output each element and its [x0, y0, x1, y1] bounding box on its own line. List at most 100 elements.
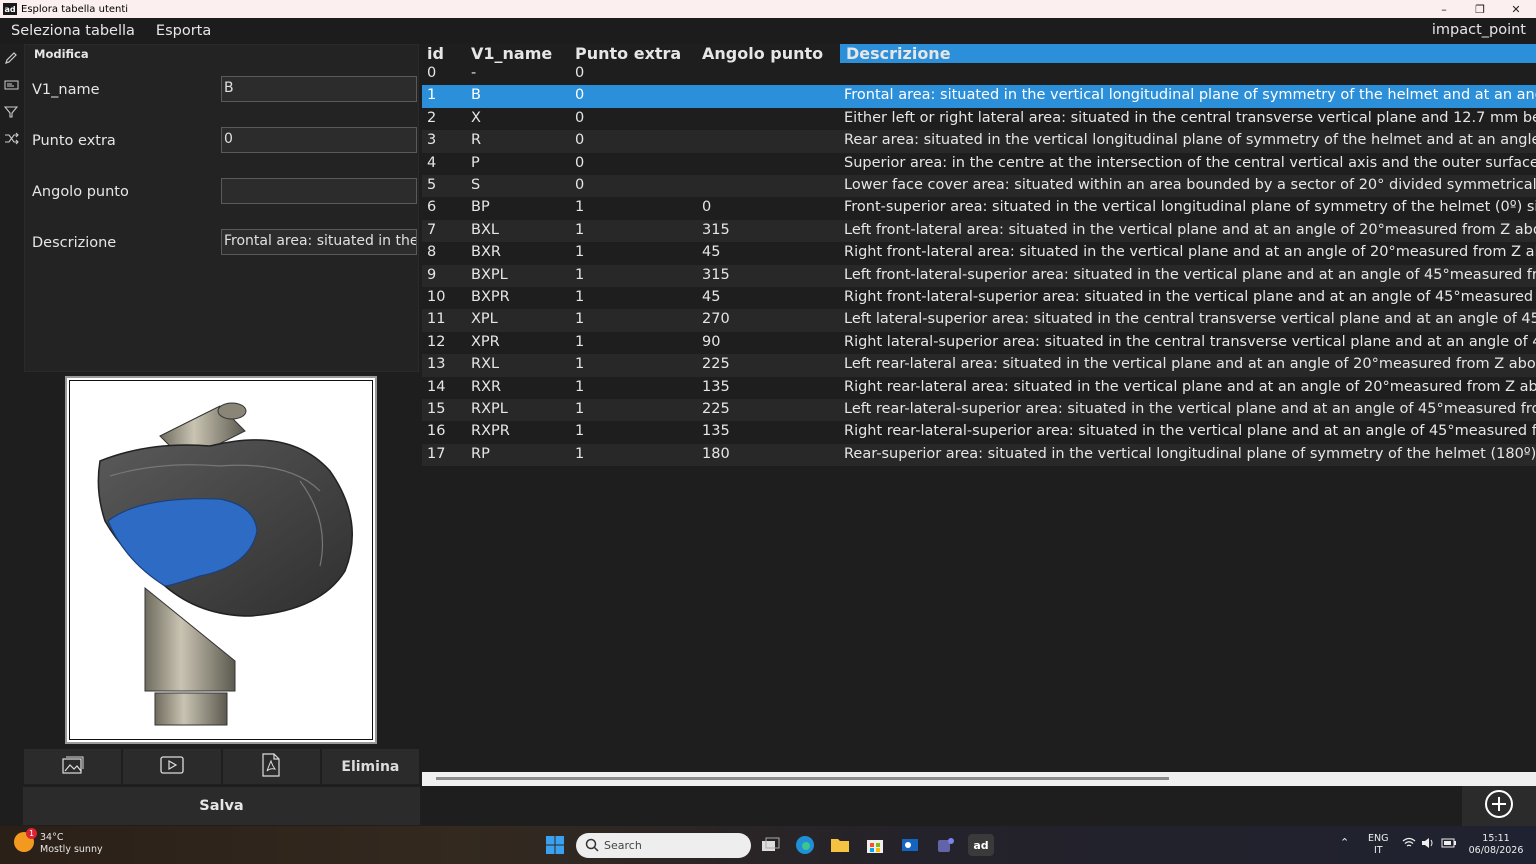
pdf-button[interactable]: [222, 749, 320, 784]
row-punto-extra: 0: [575, 177, 585, 193]
table-row[interactable]: 9 BXPL 1 315 Left front-lateral-superior are…: [422, 264, 1536, 287]
descrizione-input[interactable]: Frontal area: situated in the v: [221, 229, 417, 255]
table-row[interactable]: 15 RXPL 1 225 Left rear-lateral-superior are…: [422, 399, 1536, 422]
minimize-button[interactable]: –: [1426, 0, 1462, 18]
row-id: 6: [427, 199, 437, 216]
table-row[interactable]: 5 S 0 Lower face cover area: situated withi…: [422, 175, 1536, 198]
horizontal-scrollbar[interactable]: [422, 772, 1536, 786]
field-label: Angolo punto: [32, 184, 129, 200]
save-button[interactable]: Salva: [23, 787, 420, 825]
row-id: 16: [427, 423, 446, 440]
row-punto-extra: 1: [575, 445, 585, 462]
angolo-punto-input[interactable]: [221, 178, 417, 204]
row-id: 1: [427, 87, 437, 104]
column-header-punto-extra[interactable]: Punto extra: [575, 44, 681, 63]
row-angolo-punto: 225: [702, 401, 730, 417]
row-punto-extra: 1: [575, 199, 585, 216]
scrollbar-thumb[interactable]: [436, 777, 1169, 780]
table-row[interactable]: 2 X 0 Either left or right lateral area: si…: [422, 108, 1536, 130]
image-icon: [61, 755, 85, 779]
volume-icon[interactable]: [1421, 837, 1435, 853]
field-label: Descrizione: [32, 235, 117, 251]
row-v1-name: RXPL: [471, 401, 508, 417]
weather-temp: 34°C: [40, 832, 64, 843]
clock[interactable]: 15:11 06/08/2026: [1468, 833, 1524, 857]
table-row[interactable]: 7 BXL 1 315 Left front-lateral area: situate…: [422, 219, 1536, 243]
table-row[interactable]: 17 RP 1 180 Rear-superior area: situated in …: [422, 443, 1536, 467]
row-descrizione: Right front-lateral area: situated in th…: [844, 244, 1536, 261]
title-bar: ad Esplora tabella utenti – ❐ ✕: [0, 0, 1536, 18]
language-indicator[interactable]: ENG IT: [1368, 833, 1388, 857]
row-id: 4: [427, 154, 437, 171]
table-row[interactable]: 14 RXR 1 135 Right rear-lateral area: situat…: [422, 377, 1536, 399]
table-row[interactable]: 1 B 0 Frontal area: situated in the vertica…: [422, 85, 1536, 108]
table-row[interactable]: 13 RXL 1 225 Left rear-lateral area: situate…: [422, 354, 1536, 377]
row-id: 12: [427, 333, 446, 350]
row-descrizione: Left front-lateral-superior area: situat…: [844, 266, 1536, 283]
weather-widget[interactable]: 1 34°C Mostly sunny: [14, 828, 103, 856]
row-v1-name: XPR: [471, 333, 500, 350]
sun-icon: 1: [14, 828, 37, 852]
v1-name-input[interactable]: B: [221, 76, 417, 102]
task-view-icon[interactable]: [758, 834, 782, 856]
row-punto-extra: 0: [575, 109, 585, 126]
teams-icon[interactable]: [933, 834, 957, 856]
battery-icon[interactable]: [1441, 838, 1457, 852]
column-header-angolo-punto[interactable]: Angolo punto: [702, 44, 823, 63]
delete-button[interactable]: Elimina: [321, 749, 419, 784]
taskbar-search[interactable]: Search: [576, 833, 751, 858]
row-v1-name: B: [471, 87, 481, 104]
field-label: V1_name: [32, 82, 100, 98]
maximize-button[interactable]: ❐: [1462, 0, 1498, 18]
row-id: 10: [427, 289, 446, 305]
row-v1-name: XPL: [471, 311, 498, 328]
add-row-button[interactable]: [1462, 786, 1536, 826]
edit-panel: Modifica V1_name B Punto extra 0 Angolo …: [24, 44, 419, 372]
row-v1-name: BXPR: [471, 289, 510, 305]
row-angolo-punto: 135: [702, 423, 730, 440]
table-row[interactable]: 6 BP 1 0 Front-superior area: situated in th…: [422, 197, 1536, 219]
menu-seleziona-tabella[interactable]: Seleziona tabella: [0, 23, 145, 39]
table-row[interactable]: 8 BXR 1 45 Right front-lateral area: situate…: [422, 242, 1536, 264]
weather-condition: Mostly sunny: [40, 844, 103, 855]
file-explorer-icon[interactable]: [828, 834, 852, 856]
punto-extra-input[interactable]: 0: [221, 127, 417, 153]
store-icon[interactable]: [863, 834, 887, 856]
tray-overflow-icon[interactable]: ⌃: [1340, 837, 1349, 849]
row-id: 7: [427, 221, 437, 238]
pdf-icon: [261, 752, 281, 781]
app-taskbar-icon[interactable]: ad: [968, 834, 994, 856]
column-header-v1-name[interactable]: V1_name: [471, 44, 552, 63]
shuffle-icon[interactable]: [0, 125, 22, 152]
outlook-icon[interactable]: [898, 834, 922, 856]
row-id: 13: [427, 356, 446, 373]
windows-start-icon[interactable]: [543, 834, 567, 856]
table-row[interactable]: 16 RXPR 1 135 Right rear-lateral-superior ar…: [422, 421, 1536, 443]
row-descrizione: Right rear-lateral-superior area: situat…: [844, 423, 1536, 440]
edge-browser-icon[interactable]: [793, 834, 817, 856]
filter-icon[interactable]: [0, 98, 22, 125]
wifi-icon[interactable]: [1402, 837, 1416, 853]
image-button[interactable]: [24, 749, 122, 784]
close-button[interactable]: ✕: [1498, 0, 1534, 18]
table-row[interactable]: 12 XPR 1 90 Right lateral-superior area: sit…: [422, 332, 1536, 354]
field-row-punto-extra: Punto extra 0: [25, 127, 420, 155]
table-row[interactable]: 4 P 0 Superior area: in the centre at the i…: [422, 153, 1536, 175]
column-header-id[interactable]: id: [427, 44, 444, 63]
tool-strip: [0, 44, 22, 164]
menu-esporta[interactable]: Esporta: [145, 23, 221, 39]
row-punto-extra: 1: [575, 244, 585, 261]
video-button[interactable]: [123, 749, 221, 784]
row-punto-extra: 0: [575, 132, 585, 149]
row-angolo-punto: 180: [702, 445, 730, 462]
table-row[interactable]: 10 BXPR 1 45 Right front-lateral-superior ar…: [422, 287, 1536, 309]
table-row[interactable]: 3 R 0 Rear area: situated in the vertical l…: [422, 130, 1536, 153]
pencil-icon[interactable]: [0, 44, 22, 71]
column-header-descrizione[interactable]: Descrizione: [840, 44, 1536, 63]
row-punto-extra: 1: [575, 333, 585, 350]
table-row[interactable]: 11 XPL 1 270 Left lateral-superior area: sit…: [422, 309, 1536, 332]
id-card-icon[interactable]: [0, 71, 22, 98]
action-button-row: Elimina: [24, 749, 419, 784]
row-punto-extra: 1: [575, 401, 585, 417]
table-row[interactable]: 0 - 0: [422, 63, 1536, 85]
